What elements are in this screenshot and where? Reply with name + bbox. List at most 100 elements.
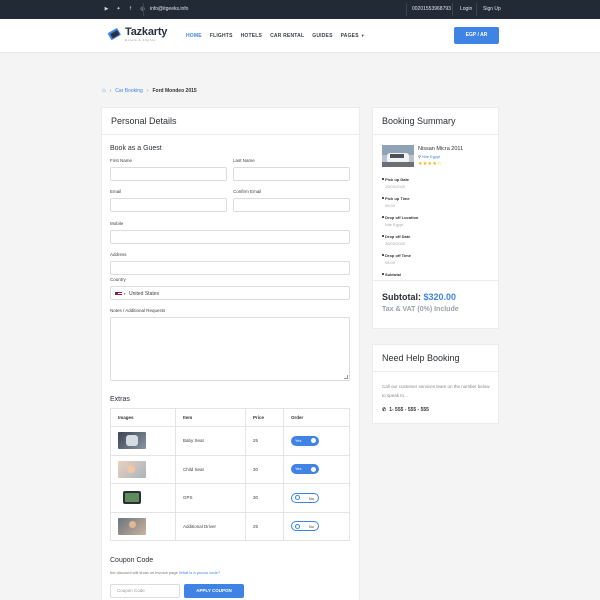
nav-pages-label: PAGES [340,33,359,39]
help-phone[interactable]: ✆ 1- 555 - 555 - 555 [382,407,429,413]
divider [143,3,144,16]
map-pin-icon: ⚲ [418,154,421,159]
apply-coupon-button[interactable]: APPLY COUPON [184,584,244,598]
facebook-icon[interactable]: f [128,6,133,12]
notes-label: Notes / Additional Requests [110,308,166,313]
breadcrumb-current: Ford Mondeo 2015 [152,88,197,94]
breadcrumb-car-booking[interactable]: Car Booking [115,88,143,94]
logo-title: Tazkarty [125,26,168,38]
col-price: Price [245,408,284,427]
summary-list: Pick up Date 25/03/2020 Pick up Time 06:00… [382,174,492,278]
car-name: Nissan Micra 2011 [418,146,464,152]
order-toggle[interactable]: No [291,492,319,503]
twitter-icon[interactable]: ✦ [116,6,121,12]
confirm-email-input[interactable] [233,198,350,212]
confirm-email-label: Confirm Email [233,189,262,194]
car-location: ⚲ Nile Egypt [418,154,440,159]
notes-textarea[interactable] [110,317,350,381]
booking-summary-title: Booking Summary [373,108,498,135]
guest-section-title: Book as a Guest [110,145,162,152]
coupon-title: Coupon Code [110,557,154,564]
address-input[interactable] [110,261,350,275]
extras-table: Images Item Price Order Baby Seat 25 Yes… [110,408,350,541]
signup-link[interactable]: Sign Up [483,6,501,12]
extra-item-price: 25 [245,511,284,541]
col-images: Images [110,408,176,427]
site-logo[interactable]: Tazkarty Hotels & Flights [107,27,167,42]
gps-image [118,489,146,507]
divider [476,3,477,16]
mobile-input[interactable] [110,230,350,244]
main-navbar: Tazkarty Hotels & Flights HOME FLIGHTS H… [0,19,600,53]
divider [406,3,407,16]
nav-hotels[interactable]: HOTELS [241,33,262,39]
country-value: United States [129,291,160,297]
email-label: Email [110,189,122,194]
table-header-row: Images Item Price Order [110,408,350,427]
list-item: Subtotal [382,269,492,278]
extra-item-name: Baby Seat [175,426,246,456]
order-toggle[interactable]: No [291,521,319,532]
extra-item-price: 25 [245,426,284,456]
contact-email[interactable]: info@itgeeks.info [150,6,188,12]
nav-home[interactable]: HOME [186,33,202,39]
car-location-text: Nile Egypt [422,154,441,159]
extra-item-price: 30 [245,483,284,513]
list-item: Drop off Location Nile Egypt [382,212,492,231]
nav-pages[interactable]: PAGES ▼ [341,33,365,39]
order-toggle[interactable]: Yes [291,435,319,446]
coupon-input[interactable]: Coupon Code [110,584,180,598]
breadcrumb: ⌂ › Car Booking › Ford Mondeo 2015 [102,88,197,94]
coupon-note-text: the discount will show on invoice page [110,570,178,575]
country-select[interactable]: ▼ United States [110,286,350,300]
currency-language-button[interactable]: EGP / AR [454,27,499,44]
help-phone-number: 1- 555 - 555 - 555 [389,407,429,413]
chevron-right-icon: › [109,88,112,94]
resize-handle-icon[interactable] [344,375,348,379]
email-input[interactable] [110,198,227,212]
coupon-note: the discount will show on invoice page W… [110,570,220,575]
nav-flights[interactable]: FLIGHTS [210,33,233,39]
address-label: Address [110,252,127,257]
home-icon[interactable]: ⌂ [102,88,106,94]
nav-guides[interactable]: GUIDES [312,33,332,39]
col-order: Order [283,408,350,427]
us-flag-icon [115,292,122,296]
caret-down-icon: ▼ [123,292,126,296]
top-bar: ▶ ✦ f ◎ info@itgeeks.info 00201553968793… [0,0,600,19]
country-label: Country [110,277,126,282]
table-row: Child Seat 30 Yes [110,454,350,484]
nav-car-rental[interactable]: CAR RENTAL [270,33,304,39]
star-rating: ★★★★☆ [418,161,442,167]
login-link[interactable]: Login [460,6,472,12]
list-item: Drop off Date 26/03/2020 [382,231,492,250]
table-row: Baby Seat 25 Yes [110,426,350,456]
chevron-down-icon: ▼ [360,33,365,38]
social-links: ▶ ✦ f ◎ [104,6,145,12]
additional-driver-image [118,517,146,535]
list-item: Pick up Date 25/03/2020 [382,174,492,193]
last-name-label: Last Name [233,158,255,163]
extra-item-price: 30 [245,454,284,484]
list-item: Pick up Time 06:00 [382,193,492,212]
col-item: Item [175,408,246,427]
last-name-input[interactable] [233,167,350,181]
youtube-icon[interactable]: ▶ [104,6,109,12]
subtotal: Subtotal: $320.00 [382,292,456,302]
table-row: GPS 30 No [110,483,350,513]
ticket-logo-icon [107,27,122,42]
contact-phone[interactable]: 00201553968793 [412,6,451,12]
extra-item-name: Additional Driver [175,511,246,541]
table-row: Additional Driver 25 No [110,511,350,541]
subtotal-label: Subtotal: [382,292,421,302]
logo-subtitle: Hotels & Flights [125,38,156,42]
help-card: Need Help Booking Call our customer serv… [372,344,499,424]
baby-seat-image [118,432,146,450]
promo-code-help-link[interactable]: What is a promo code? [179,570,220,575]
first-name-input[interactable] [110,167,227,181]
list-item: Drop off Time 06:00 [382,250,492,269]
mobile-label: Mobile [110,221,124,226]
order-toggle[interactable]: Yes [291,464,319,475]
extras-title: Extras [110,396,130,403]
help-text: Call our customer services team on the n… [382,384,490,398]
